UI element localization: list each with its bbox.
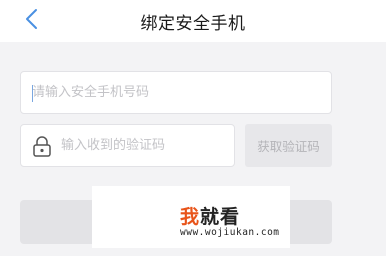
top-bar: 绑定安全手机 bbox=[0, 0, 386, 42]
phone-number-input[interactable] bbox=[21, 72, 331, 113]
watermark-url: www.wojiukan.com bbox=[180, 227, 280, 238]
page-title: 绑定安全手机 bbox=[140, 14, 246, 34]
text-caret bbox=[32, 85, 33, 102]
phone-number-field[interactable] bbox=[20, 71, 332, 114]
verification-code-field[interactable] bbox=[20, 124, 235, 167]
get-code-button[interactable]: 获取验证码 bbox=[245, 124, 332, 167]
watermark-logo: 我就看 bbox=[180, 202, 240, 229]
lock-icon bbox=[33, 136, 51, 157]
watermark-logo-part2: 就看 bbox=[200, 206, 241, 228]
watermark-logo-part1: 我 bbox=[180, 206, 201, 228]
watermark: 我就看 www.wojiukan.com bbox=[92, 186, 290, 248]
verification-code-input[interactable] bbox=[61, 125, 231, 166]
